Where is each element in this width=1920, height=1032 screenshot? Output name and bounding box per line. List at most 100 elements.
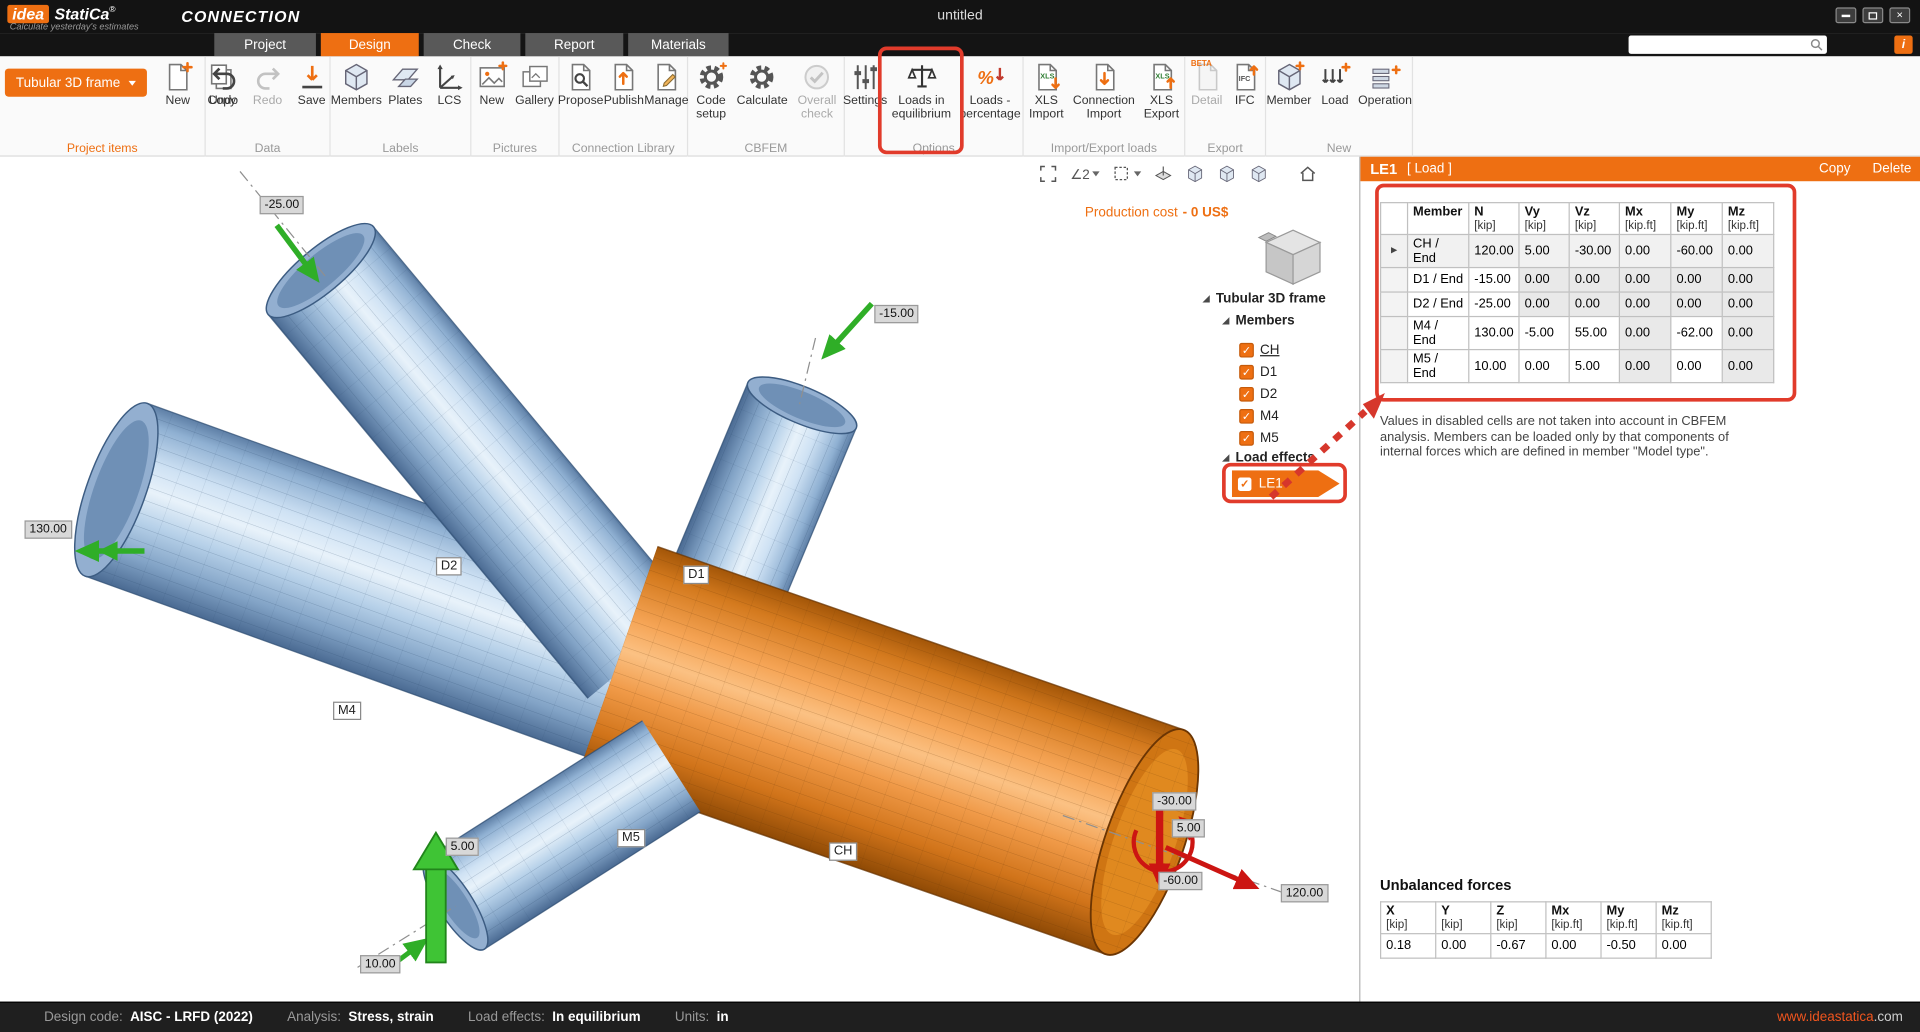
rotate-step-button[interactable]: ∠2 bbox=[1070, 166, 1099, 182]
n-cell[interactable]: 120.00 bbox=[1469, 234, 1519, 267]
project-item-selector[interactable]: Tubular 3D frame bbox=[5, 69, 147, 97]
document-title: untitled bbox=[937, 9, 982, 24]
tree-node-load-effects[interactable]: Load effects bbox=[1222, 451, 1315, 466]
gallery-button[interactable]: Gallery bbox=[513, 60, 557, 109]
vz-cell[interactable]: 5.00 bbox=[1569, 350, 1619, 383]
tab-project[interactable]: Project bbox=[214, 33, 316, 56]
checkbox-checked-icon[interactable]: ✓ bbox=[1239, 409, 1254, 424]
copy-load-button[interactable]: Copy bbox=[1819, 162, 1850, 177]
checkbox-checked-icon[interactable]: ✓ bbox=[1238, 477, 1251, 490]
member-cell[interactable]: M5 / End bbox=[1408, 350, 1469, 383]
delete-load-button[interactable]: Delete bbox=[1872, 162, 1911, 177]
propose-button[interactable]: Propose bbox=[560, 60, 602, 109]
tree-node-members[interactable]: Members bbox=[1222, 313, 1295, 328]
load-value-m4-n: 130.00 bbox=[24, 520, 71, 538]
detail-export-button[interactable]: BETA Detail bbox=[1187, 60, 1226, 109]
member-cell[interactable]: D1 / End bbox=[1408, 268, 1469, 292]
lcs-axes-icon bbox=[433, 61, 465, 93]
minimize-button[interactable] bbox=[1836, 7, 1857, 23]
code-setup-button[interactable]: Code setup bbox=[688, 60, 734, 122]
tree-item-member-d2[interactable]: ✓D2 bbox=[1239, 387, 1277, 402]
selected-row-marker[interactable]: ▸ bbox=[1381, 234, 1408, 267]
save-button[interactable]: Save bbox=[291, 60, 333, 109]
checkbox-checked-icon[interactable]: ✓ bbox=[1239, 365, 1254, 380]
my-cell[interactable]: -60.00 bbox=[1671, 234, 1722, 267]
maximize-icon bbox=[1869, 12, 1878, 19]
ifc-export-button[interactable]: IFC IFC bbox=[1226, 60, 1263, 109]
members-labels-button[interactable]: Members bbox=[331, 60, 382, 109]
info-button[interactable]: i bbox=[1894, 36, 1912, 54]
tree-node-root[interactable]: Tubular 3D frame bbox=[1202, 291, 1325, 306]
new-project-item-button[interactable]: New bbox=[157, 60, 199, 109]
n-cell[interactable]: 10.00 bbox=[1469, 350, 1519, 383]
vy-cell[interactable]: 5.00 bbox=[1519, 234, 1569, 267]
tree-item-member-m5[interactable]: ✓M5 bbox=[1239, 431, 1279, 446]
selection-mode-button[interactable] bbox=[1112, 164, 1141, 184]
member-label-m4: M4 bbox=[333, 702, 361, 720]
redo-button[interactable]: Redo bbox=[247, 60, 289, 109]
row-selector-header bbox=[1381, 203, 1408, 235]
new-member-button[interactable]: Member bbox=[1266, 60, 1312, 109]
scene-3d-canvas[interactable] bbox=[0, 157, 1359, 1002]
member-ch-solid[interactable] bbox=[579, 547, 1220, 967]
checkbox-checked-icon[interactable]: ✓ bbox=[1239, 387, 1254, 402]
n-cell[interactable]: -15.00 bbox=[1469, 268, 1519, 292]
search-input[interactable] bbox=[1629, 36, 1827, 54]
tree-item-member-d1[interactable]: ✓D1 bbox=[1239, 365, 1277, 380]
connection-import-button[interactable]: Connection Import bbox=[1070, 60, 1139, 122]
load-value-d2-n: -25.00 bbox=[260, 196, 305, 214]
loads-in-equilib-button[interactable]: Loads in equilibrium bbox=[886, 60, 957, 122]
my-cell[interactable]: 0.00 bbox=[1671, 350, 1722, 383]
viewport-3d[interactable]: ∠2 Production cost- 0 US$ M4 D2 bbox=[0, 157, 1359, 1002]
plates-labels-button[interactable]: Plates bbox=[384, 60, 426, 109]
table-row: ▸ CH / End 120.00 5.00 -30.00 0.00 -60.0… bbox=[1381, 234, 1774, 267]
settings-button[interactable]: Settings bbox=[844, 60, 886, 109]
loads-percentage-button[interactable]: % Loads - percentage bbox=[957, 60, 1023, 122]
undo-icon bbox=[208, 61, 240, 93]
panel-header: LE1 [ Load ] Copy Delete bbox=[1360, 157, 1920, 181]
n-cell[interactable]: 130.00 bbox=[1469, 317, 1519, 350]
zoom-fit-button[interactable] bbox=[1038, 164, 1058, 184]
calculate-button[interactable]: Calculate bbox=[736, 60, 787, 109]
view-transparent-button[interactable] bbox=[1217, 164, 1237, 184]
checkbox-checked-icon[interactable]: ✓ bbox=[1239, 431, 1254, 446]
vz-cell[interactable]: 55.00 bbox=[1569, 317, 1619, 350]
view-wireframe-button[interactable] bbox=[1249, 164, 1269, 184]
view-solid-button[interactable] bbox=[1185, 164, 1205, 184]
tab-design[interactable]: Design bbox=[321, 33, 419, 56]
home-view-button[interactable] bbox=[1298, 164, 1318, 184]
checkbox-checked-icon[interactable]: ✓ bbox=[1239, 343, 1254, 358]
vy-cell[interactable]: -5.00 bbox=[1519, 317, 1569, 350]
my-cell[interactable]: -62.00 bbox=[1671, 317, 1722, 350]
new-picture-button[interactable]: New bbox=[473, 60, 510, 109]
lcs-labels-button[interactable]: LCS bbox=[429, 60, 471, 109]
manage-button[interactable]: Manage bbox=[646, 60, 687, 109]
unbalanced-header-row: X[kip] Y[kip] Z[kip] Mx[kip.ft] My[kip.f… bbox=[1381, 902, 1712, 934]
publish-button[interactable]: Publish bbox=[604, 60, 643, 109]
tab-report[interactable]: Report bbox=[525, 33, 623, 56]
vz-cell[interactable]: -30.00 bbox=[1569, 234, 1619, 267]
new-load-button[interactable]: Load bbox=[1314, 60, 1356, 109]
member-cell[interactable]: D2 / End bbox=[1408, 292, 1469, 316]
xls-import-button[interactable]: XLS XLS Import bbox=[1023, 60, 1070, 122]
minimize-icon bbox=[1842, 14, 1851, 16]
table-row: D2 / End -25.00 0.00 0.00 0.00 0.00 0.00 bbox=[1381, 292, 1774, 316]
vy-cell[interactable]: 0.00 bbox=[1519, 350, 1569, 383]
tree-item-member-ch[interactable]: ✓CH bbox=[1239, 343, 1279, 358]
undo-button[interactable]: Undo bbox=[203, 60, 245, 109]
tab-materials[interactable]: Materials bbox=[628, 33, 728, 56]
n-cell[interactable]: -25.00 bbox=[1469, 292, 1519, 316]
orientation-cube[interactable] bbox=[1256, 225, 1329, 286]
member-cell[interactable]: CH / End bbox=[1408, 234, 1469, 267]
section-plane-button[interactable] bbox=[1153, 164, 1173, 184]
tree-item-member-m4[interactable]: ✓M4 bbox=[1239, 409, 1279, 424]
member-cell[interactable]: M4 / End bbox=[1408, 317, 1469, 350]
tab-check[interactable]: Check bbox=[424, 33, 521, 56]
tree-item-load-effect-le1[interactable]: ✓LE1 bbox=[1232, 470, 1340, 497]
new-operation-button[interactable]: Operation bbox=[1358, 60, 1412, 109]
xls-export-button[interactable]: XLS XLS Export bbox=[1138, 60, 1185, 122]
close-button[interactable]: × bbox=[1889, 7, 1910, 23]
overall-check-button[interactable]: Overall check bbox=[790, 60, 843, 122]
website-link[interactable]: www.ideastatica.com bbox=[1777, 1010, 1903, 1025]
maximize-button[interactable] bbox=[1862, 7, 1883, 23]
